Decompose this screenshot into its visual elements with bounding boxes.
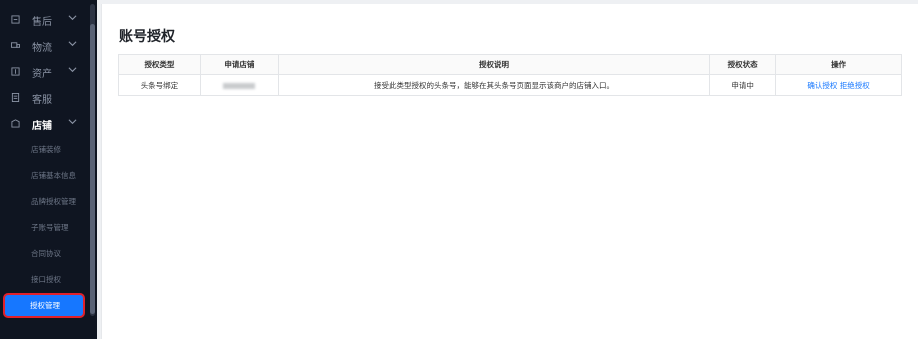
column-header-type: 授权类型 (118, 54, 201, 75)
truck-icon (11, 42, 20, 48)
sidebar-item-authorization-management[interactable]: 授权管理 (3, 293, 85, 318)
service-icon (11, 15, 20, 24)
authorization-table: 授权类型 申请店铺 授权说明 授权状态 操作 头条号绑定 接受此类型授权的头条号… (118, 54, 902, 96)
sidebar-group-label: 客服 (32, 95, 52, 106)
sidebar-group-after-sales[interactable]: 售后 (0, 9, 90, 31)
chevron-down-icon (68, 119, 77, 125)
sidebar-item-label: 品牌授权管理 (31, 197, 76, 206)
chevron-down-icon (68, 41, 77, 47)
sidebar-group-logistics[interactable]: 物流 (0, 35, 90, 57)
sidebar-item-label: 接口授权 (31, 275, 61, 284)
cell-store (199, 74, 279, 96)
sidebar-item-label: 店铺装修 (31, 145, 61, 154)
sidebar-item-sub-accounts[interactable]: 子账号管理 (2, 217, 88, 239)
sidebar-group-label: 售后 (32, 17, 52, 28)
confirm-authorization-link[interactable]: 确认授权 (807, 81, 837, 90)
sidebar-group-assets[interactable]: 资产 (0, 61, 90, 83)
table-row: 头条号绑定 接受此类型授权的头条号，能够在其头条号页面显示该商户的店铺入口。 申… (118, 74, 902, 96)
page-title: 账号授权 (119, 29, 175, 45)
wallet-icon (11, 67, 20, 76)
sidebar-group-label: 资产 (32, 69, 52, 80)
scrollbar-thumb[interactable] (90, 24, 95, 314)
column-header-description: 授权说明 (277, 54, 711, 75)
table-header-row: 授权类型 申请店铺 授权说明 授权状态 操作 (118, 54, 902, 75)
cell-actions: 确认授权 拒绝授权 (775, 74, 902, 96)
cell-description: 接受此类型授权的头条号，能够在其头条号页面显示该商户的店铺入口。 (277, 74, 711, 96)
sidebar-item-contracts[interactable]: 合同协议 (2, 243, 88, 265)
main-content: 账号授权 授权类型 申请店铺 授权说明 授权状态 操作 头条号绑定 接受此类型授… (101, 4, 918, 339)
sidebar-scrollbar[interactable] (90, 4, 95, 316)
chevron-down-icon (68, 15, 77, 21)
sidebar-group-customer-service[interactable]: 客服 (0, 87, 90, 109)
sidebar-group-store[interactable]: 店铺 (0, 113, 90, 135)
sidebar-item-brand-authorization[interactable]: 品牌授权管理 (2, 191, 88, 213)
column-header-store: 申请店铺 (199, 54, 279, 75)
sidebar-item-label: 子账号管理 (31, 223, 69, 232)
sidebar-group-label: 物流 (32, 43, 52, 54)
cell-type: 头条号绑定 (118, 74, 201, 96)
sidebar-item-store-decoration[interactable]: 店铺装修 (2, 139, 88, 161)
sidebar-item-label: 店铺基本信息 (31, 171, 76, 180)
column-header-actions: 操作 (775, 54, 902, 75)
cell-status: 申请中 (709, 74, 777, 96)
headset-icon (11, 93, 20, 102)
sidebar-item-label: 合同协议 (31, 249, 61, 258)
column-header-status: 授权状态 (709, 54, 777, 75)
reject-authorization-link[interactable]: 拒绝授权 (840, 81, 870, 90)
redacted-store-name (223, 82, 256, 89)
sidebar-item-store-basic-info[interactable]: 店铺基本信息 (2, 165, 88, 187)
sidebar-item-api-authorization[interactable]: 接口授权 (2, 269, 88, 291)
sidebar-group-label: 店铺 (32, 121, 52, 132)
sidebar: 售后 物流 资产 客服 店铺 店铺装修 店铺基本信息 品牌授权管理 子账号管理 … (0, 0, 97, 339)
store-icon (11, 119, 20, 128)
sidebar-item-label: 授权管理 (30, 301, 60, 310)
chevron-down-icon (68, 67, 77, 73)
